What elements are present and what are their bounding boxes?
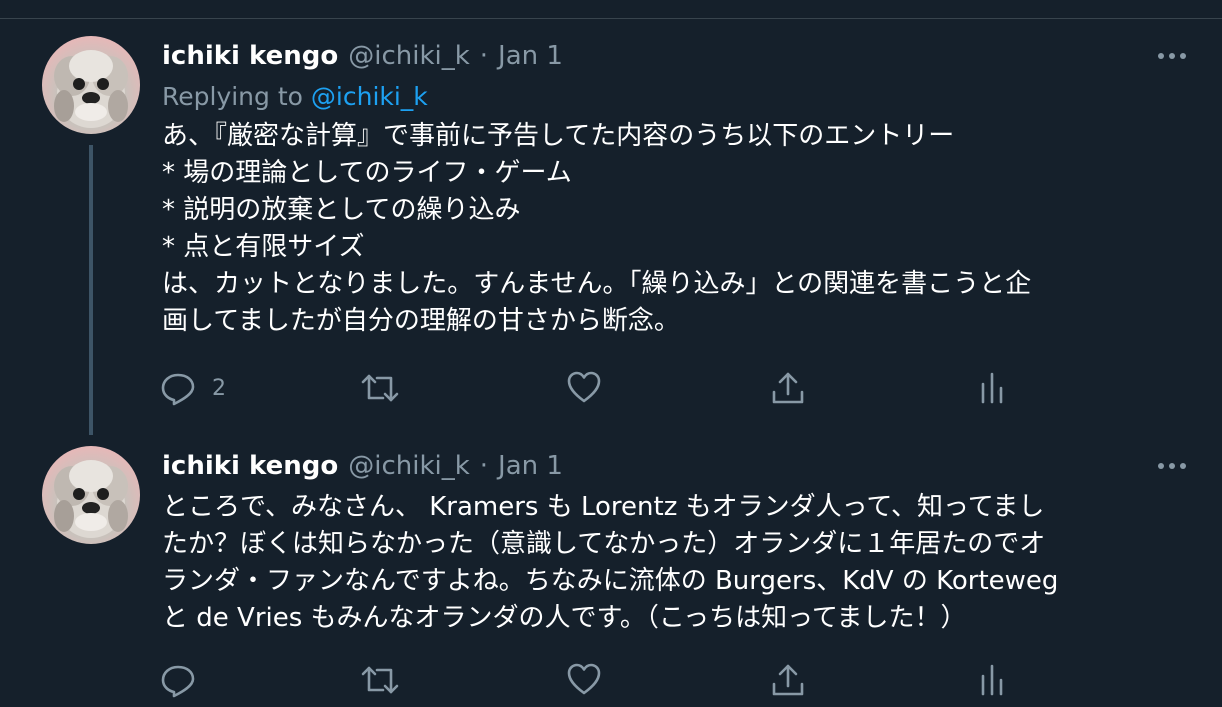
reply-icon <box>161 665 195 698</box>
author-name[interactable]: ichiki kengo <box>162 451 338 481</box>
replying-to: Replying to @ichiki_k <box>162 82 428 111</box>
share-button[interactable] <box>770 368 806 408</box>
retweet-button[interactable] <box>360 660 400 700</box>
share-icon <box>772 372 804 404</box>
like-button[interactable] <box>566 368 602 408</box>
thread-line <box>89 145 93 435</box>
text-line: * 説明の放棄としての繰り込み <box>162 195 521 225</box>
replying-to-label: Replying to <box>162 82 303 111</box>
avatar[interactable] <box>42 36 140 134</box>
analytics-icon <box>981 372 1003 404</box>
like-button[interactable] <box>566 660 602 700</box>
reply-button[interactable] <box>160 660 196 700</box>
heart-icon <box>567 663 601 695</box>
tweet-actions: 2 <box>160 368 1020 408</box>
avatar-dog-image <box>54 50 128 128</box>
text-line: 画してましたが自分の理解の甘さから断念。 <box>162 306 680 336</box>
timeline-divider <box>0 0 1222 19</box>
text-line: と de Vries もみんなオランダの人です。（こっちは知ってました！） <box>162 603 967 633</box>
separator-dot: · <box>479 451 489 481</box>
text-line: ところで、みなさん、 Kramers も Lorentz もオランダ人って、知っ… <box>162 492 1045 522</box>
text-line: ランダ・ファンなんですよね。ちなみに流体の Burgers、KdV の Kort… <box>162 566 1059 596</box>
tweet-text: ところで、みなさん、 Kramers も Lorentz もオランダ人って、知っ… <box>162 489 1192 637</box>
reply-button[interactable]: 2 <box>160 368 226 408</box>
share-button[interactable] <box>770 660 806 700</box>
retweet-icon <box>361 666 399 694</box>
tweet-header: ichiki kengo @ichiki_k · Jan 1 <box>162 448 563 484</box>
heart-icon <box>567 371 601 403</box>
analytics-button[interactable] <box>978 368 1006 408</box>
author-name[interactable]: ichiki kengo <box>162 41 338 71</box>
tweet-date[interactable]: Jan 1 <box>498 41 563 71</box>
more-button[interactable] <box>1154 38 1190 74</box>
text-line: は、カットとなりました。すんません。「繰り込み」との関連を書こうと企 <box>162 269 1032 299</box>
analytics-button[interactable] <box>978 660 1006 700</box>
more-icon <box>1158 53 1186 59</box>
share-icon <box>772 664 804 696</box>
more-icon <box>1158 463 1186 469</box>
reply-icon <box>161 373 195 406</box>
tweet-date[interactable]: Jan 1 <box>498 451 563 481</box>
text-line: * 点と有限サイズ <box>162 232 365 262</box>
text-line: あ、『厳密な計算』で事前に予告してた内容のうち以下のエントリー <box>162 121 955 151</box>
mention-link[interactable]: @ichiki_k <box>311 82 428 111</box>
retweet-button[interactable] <box>360 368 400 408</box>
retweet-icon <box>361 374 399 402</box>
avatar[interactable] <box>42 446 140 544</box>
avatar-dog-image <box>54 460 128 538</box>
text-line: たか？ぼくは知らなかった（意識してなかった）オランダに１年居たのでオ <box>162 529 1046 559</box>
tweet-text: あ、『厳密な計算』で事前に予告してた内容のうち以下のエントリー * 場の理論とし… <box>162 118 1192 340</box>
author-handle[interactable]: @ichiki_k <box>348 41 470 71</box>
analytics-icon <box>981 664 1003 696</box>
tweet-header: ichiki kengo @ichiki_k · Jan 1 <box>162 38 563 74</box>
tweet-actions <box>160 660 1020 700</box>
separator-dot: · <box>479 41 489 71</box>
text-line: * 場の理論としてのライフ・ゲーム <box>162 158 572 188</box>
more-button[interactable] <box>1154 448 1190 484</box>
author-handle[interactable]: @ichiki_k <box>348 451 470 481</box>
reply-count: 2 <box>212 375 226 401</box>
